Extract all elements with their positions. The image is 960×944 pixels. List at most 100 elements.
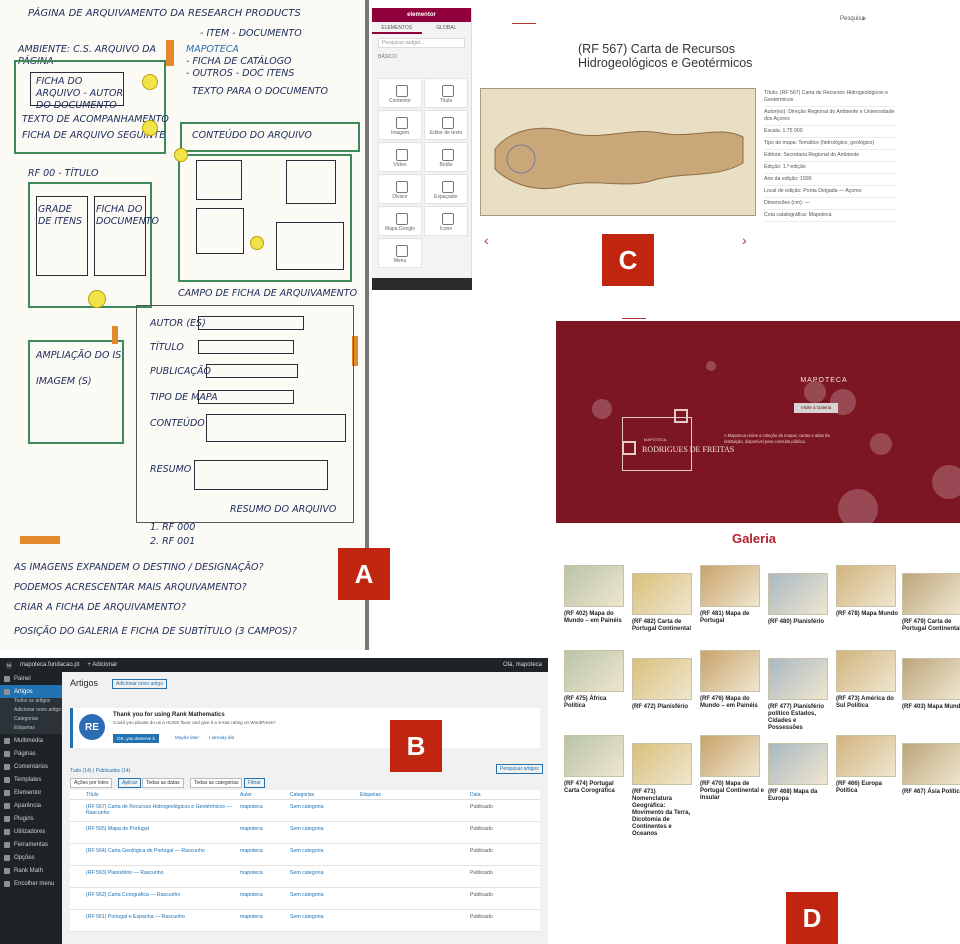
gallery-caption[interactable]: (RF 468) Mapa da Europa: [768, 789, 832, 803]
nav-users[interactable]: Utilizadores: [0, 825, 62, 838]
post-title-link[interactable]: (RF 565) Mapa de Portugal: [86, 826, 236, 832]
gallery-caption[interactable]: (RF 402) Mapa do Mundo – em Painéis: [564, 611, 628, 625]
notice-rate-button[interactable]: OK, you deserve it: [113, 734, 159, 743]
gallery-thumbnail[interactable]: [836, 735, 896, 777]
date-filter-select[interactable]: Todas as datas: [142, 778, 184, 788]
gallery-caption[interactable]: (RF 472) Planisfério: [632, 704, 696, 711]
widget-icon[interactable]: Ícone: [424, 206, 468, 236]
nav-rank-math[interactable]: Rank Math: [0, 864, 62, 877]
widget-spacer[interactable]: Espaçador: [424, 174, 468, 204]
gallery-caption[interactable]: (RF 475) África Política: [564, 696, 628, 710]
gallery-thumbnail[interactable]: [902, 573, 960, 615]
nav-comments[interactable]: Comentários: [0, 760, 62, 773]
gallery-thumbnail[interactable]: [700, 565, 760, 607]
col-date[interactable]: Data: [470, 792, 481, 798]
post-author[interactable]: mapoteca: [240, 914, 263, 920]
gallery-thumbnail[interactable]: [768, 658, 828, 700]
gallery-caption[interactable]: (RF 403) Mapa Mundo: [902, 704, 960, 711]
category-filter-select[interactable]: Todas as categorias: [190, 778, 243, 788]
post-category[interactable]: Sem categoria: [290, 914, 323, 920]
gallery-caption[interactable]: (RF 477) Planisfério político Estados, C…: [768, 704, 832, 732]
gallery-thumbnail[interactable]: [836, 565, 896, 607]
gallery-thumbnail[interactable]: [632, 658, 692, 700]
nav-dashboard[interactable]: Painel: [0, 672, 62, 685]
nav-settings[interactable]: Opções: [0, 851, 62, 864]
gallery-thumbnail[interactable]: [632, 743, 692, 785]
site-logo[interactable]: [622, 311, 646, 319]
next-arrow-icon[interactable]: ›: [742, 232, 747, 248]
post-author[interactable]: mapoteca: [240, 848, 263, 854]
notice-later-link[interactable]: Maybe later: [175, 735, 199, 740]
gallery-caption[interactable]: (RF 479) Carta de Portugal Continental: [902, 619, 960, 633]
gallery-thumbnail[interactable]: [768, 573, 828, 615]
post-title-link[interactable]: (RF 562) Carta Corográfica — Rascunho: [86, 892, 236, 898]
prev-arrow-icon[interactable]: ‹: [484, 232, 489, 248]
nav-appearance[interactable]: Aparência: [0, 799, 62, 812]
subnav-tags[interactable]: Etiquetas: [0, 725, 62, 734]
post-category[interactable]: Sem categoria: [290, 870, 323, 876]
tab-elements[interactable]: ELEMENTOS: [372, 22, 422, 34]
bulk-actions-select[interactable]: Ações por lotes: [70, 778, 113, 788]
post-author[interactable]: mapoteca: [240, 892, 263, 898]
search-label[interactable]: Pesquisa: [840, 16, 865, 22]
widget-video[interactable]: Vídeo: [378, 142, 422, 172]
post-title-link[interactable]: (RF 563) Planisfério — Rascunho: [86, 870, 236, 876]
gallery-caption[interactable]: (RF 482) Carta de Portugal Continental: [632, 619, 696, 633]
post-title-link[interactable]: (RF 561) Portugal e Espanha — Rascunho: [86, 914, 236, 920]
post-category[interactable]: Sem categoria: [290, 826, 323, 832]
gallery-caption[interactable]: (RF 476) Mapa do Mundo – em Painéis: [700, 696, 764, 710]
add-new-link[interactable]: + Adicionar: [87, 662, 117, 668]
gallery-thumbnail[interactable]: [768, 743, 828, 785]
table-row[interactable]: (RF 565) Mapa de Portugal mapoteca Sem c…: [70, 822, 540, 844]
search-icon[interactable]: ⌕: [862, 14, 866, 24]
col-title[interactable]: Título: [86, 792, 99, 798]
add-new-post-button[interactable]: Adicionar novo artigo: [112, 679, 167, 689]
gallery-thumbnail[interactable]: [700, 650, 760, 692]
nav-tools[interactable]: Ferramentas: [0, 838, 62, 851]
widget-heading[interactable]: Título: [424, 78, 468, 108]
wordpress-icon[interactable]: Ⓦ: [6, 661, 12, 670]
widget-text-editor[interactable]: Editor de texto: [424, 110, 468, 140]
gallery-thumbnail[interactable]: [564, 650, 624, 692]
notice-done-link[interactable]: I already did: [209, 735, 234, 740]
post-category[interactable]: Sem categoria: [290, 848, 323, 854]
table-row[interactable]: (RF 561) Portugal e Espanha — Rascunho m…: [70, 910, 540, 932]
gallery-caption[interactable]: (RF 471) Nomenclatura Geográfica: Movime…: [632, 789, 696, 838]
post-author[interactable]: mapoteca: [240, 804, 263, 810]
post-author[interactable]: mapoteca: [240, 826, 263, 832]
tab-global[interactable]: GLOBAL: [422, 22, 472, 34]
gallery-thumbnail[interactable]: [700, 735, 760, 777]
nav-media[interactable]: Multimédia: [0, 734, 62, 747]
gallery-caption[interactable]: (RF 466) Europa Política: [836, 781, 900, 795]
subnav-categories[interactable]: Categorias: [0, 716, 62, 725]
widget-container[interactable]: Contentor: [378, 78, 422, 108]
gallery-caption[interactable]: (RF 467) Ásia Política: [902, 789, 960, 796]
gallery-thumbnail[interactable]: [836, 650, 896, 692]
gallery-thumbnail[interactable]: [902, 658, 960, 700]
widget-image[interactable]: Imagem: [378, 110, 422, 140]
widget-google-maps[interactable]: Mapa Google: [378, 206, 422, 236]
gallery-caption[interactable]: (RF 473) América do Sul Política: [836, 696, 900, 710]
gallery-caption[interactable]: (RF 478) Mapa Mundo: [836, 611, 900, 618]
filter-button[interactable]: Filtrar: [244, 778, 265, 788]
gallery-caption[interactable]: (RF 481) Mapa de Portugal: [700, 611, 764, 625]
site-link[interactable]: mapoteca.fundacao.pt: [20, 662, 79, 668]
table-row[interactable]: (RF 563) Planisfério — Rascunho mapoteca…: [70, 866, 540, 888]
gallery-caption[interactable]: (RF 480) Planisfério: [768, 619, 832, 626]
post-author[interactable]: mapoteca: [240, 870, 263, 876]
gallery-thumbnail[interactable]: [564, 565, 624, 607]
status-filters[interactable]: Tudo (14) | Publicados (14): [70, 768, 130, 774]
map-image[interactable]: [480, 88, 756, 216]
post-category[interactable]: Sem categoria: [290, 804, 323, 810]
site-logo[interactable]: [512, 14, 536, 24]
table-row[interactable]: (RF 562) Carta Corográfica — Rascunho ma…: [70, 888, 540, 910]
post-category[interactable]: Sem categoria: [290, 892, 323, 898]
gallery-thumbnail[interactable]: [902, 743, 960, 785]
gallery-thumbnail[interactable]: [632, 573, 692, 615]
widget-menu[interactable]: Menu: [378, 238, 422, 268]
gallery-thumbnail[interactable]: [564, 735, 624, 777]
table-row[interactable]: (RF 567) Carta de Recursos Hidrogeológic…: [70, 800, 540, 822]
apply-button[interactable]: Aplicar: [118, 778, 142, 788]
post-title-link[interactable]: (RF 564) Carta Geológica de Portugal — R…: [86, 848, 236, 854]
subnav-add-post[interactable]: Adicionar novo artigo: [0, 707, 62, 716]
